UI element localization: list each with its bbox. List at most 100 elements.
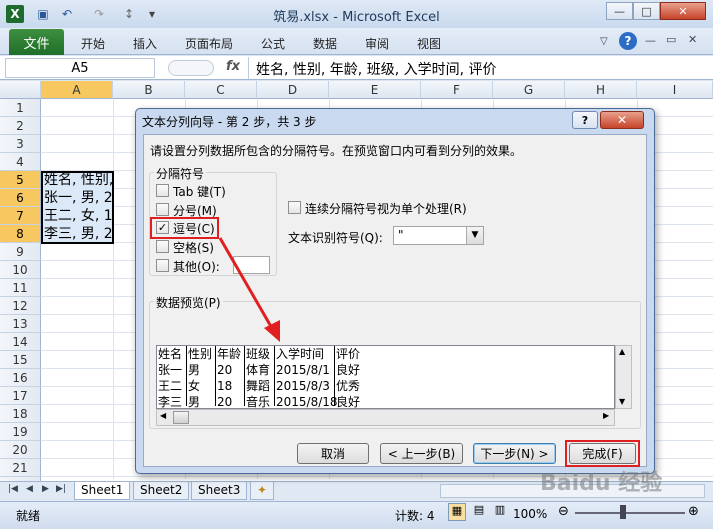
- row-header[interactable]: 1: [0, 99, 41, 117]
- select-all-corner[interactable]: [0, 81, 41, 99]
- tab-file[interactable]: 文件: [9, 29, 64, 55]
- row-header[interactable]: 21: [0, 459, 41, 477]
- ribbon-collapse-icon[interactable]: ▽: [600, 36, 608, 47]
- zoom-out-icon[interactable]: ⊖: [558, 504, 569, 519]
- tab-home[interactable]: 开始: [81, 35, 105, 52]
- column-header[interactable]: G: [493, 81, 565, 99]
- status-ready: 就绪: [16, 509, 41, 523]
- zoom-level[interactable]: 100%: [513, 507, 547, 521]
- next-sheet-icon[interactable]: ▶: [42, 484, 49, 494]
- tab-data[interactable]: 数据: [313, 35, 337, 52]
- dialog-title: 文本分列向导 - 第 2 步，共 3 步: [142, 115, 317, 129]
- minimize-button[interactable]: —: [606, 2, 633, 20]
- row-header[interactable]: 8: [0, 225, 41, 243]
- tab-formulas[interactable]: 公式: [261, 35, 285, 52]
- finish-button[interactable]: 完成(F): [569, 443, 636, 464]
- row-header[interactable]: 9: [0, 243, 41, 261]
- help-icon[interactable]: ?: [619, 32, 637, 50]
- row-header[interactable]: 20: [0, 441, 41, 459]
- row-header[interactable]: 2: [0, 117, 41, 135]
- column-header[interactable]: F: [421, 81, 493, 99]
- data-preview-box[interactable]: 姓名 性别 年龄 班级 入学时间 评价 张一男 20 体育 2015/8/1 良好 王二女 18 舞蹈 20…: [156, 345, 615, 409]
- text-qualifier-value: ": [398, 228, 404, 242]
- scroll-up-icon[interactable]: ▲: [619, 347, 625, 356]
- maximize-button[interactable]: □: [633, 2, 660, 20]
- row-header[interactable]: 10: [0, 261, 41, 279]
- row-header[interactable]: 11: [0, 279, 41, 297]
- first-sheet-icon[interactable]: |◀: [8, 484, 18, 494]
- semicolon-checkbox[interactable]: [156, 203, 169, 216]
- other-checkbox[interactable]: [156, 259, 169, 272]
- row-header[interactable]: 14: [0, 333, 41, 351]
- row-header[interactable]: 5: [0, 171, 41, 189]
- next-button[interactable]: 下一步(N) >: [473, 443, 556, 464]
- sheet-tab-sheet3[interactable]: Sheet3: [191, 482, 248, 500]
- cell-a6[interactable]: 张一, 男, 20,: [42, 190, 113, 207]
- row-header[interactable]: 16: [0, 369, 41, 387]
- tab-checkbox[interactable]: [156, 184, 169, 197]
- preview-cell: 女: [188, 379, 201, 393]
- dialog-close-button[interactable]: ✕: [600, 111, 644, 129]
- sheet-tab-sheet2[interactable]: Sheet2: [133, 482, 190, 500]
- ribbon-restore-icon[interactable]: ▭: [666, 33, 676, 46]
- row-header[interactable]: 7: [0, 207, 41, 225]
- scroll-right-icon[interactable]: ▶: [603, 411, 609, 420]
- scroll-down-icon[interactable]: ▼: [619, 397, 625, 406]
- row-header[interactable]: 18: [0, 405, 41, 423]
- ribbon-minimize-icon[interactable]: —: [645, 34, 656, 47]
- zoom-slider-thumb[interactable]: [620, 505, 626, 519]
- preview-horizontal-scrollbar[interactable]: [156, 409, 615, 426]
- formula-input[interactable]: 姓名, 性别, 年龄, 班级, 入学时间, 评价: [256, 59, 497, 79]
- row-header[interactable]: 15: [0, 351, 41, 369]
- ribbon-close-icon[interactable]: ✕: [688, 33, 697, 46]
- tab-insert[interactable]: 插入: [133, 35, 157, 52]
- column-header[interactable]: I: [637, 81, 713, 99]
- name-box[interactable]: A5: [5, 58, 155, 78]
- preview-cell: 良好: [336, 363, 361, 377]
- preview-scroll-thumb[interactable]: [173, 411, 189, 424]
- preview-column-break: [244, 346, 245, 406]
- column-header[interactable]: H: [565, 81, 637, 99]
- cell-a5[interactable]: 姓名, 性别, 年: [42, 172, 113, 189]
- dialog-help-button[interactable]: ?: [572, 111, 598, 129]
- prev-sheet-icon[interactable]: ◀: [26, 484, 33, 494]
- last-sheet-icon[interactable]: ▶|: [56, 484, 66, 494]
- column-header[interactable]: B: [113, 81, 185, 99]
- row-header[interactable]: 6: [0, 189, 41, 207]
- column-header[interactable]: D: [257, 81, 329, 99]
- normal-view-icon[interactable]: ▦: [448, 503, 466, 521]
- cancel-button[interactable]: 取消: [297, 443, 369, 464]
- back-button[interactable]: < 上一步(B): [380, 443, 463, 464]
- zoom-in-icon[interactable]: ⊕: [688, 504, 699, 519]
- row-header[interactable]: 4: [0, 153, 41, 171]
- formula-bar-controls[interactable]: [168, 60, 214, 76]
- insert-sheet-icon[interactable]: ✦: [250, 482, 275, 500]
- page-layout-view-icon[interactable]: ▤: [470, 503, 488, 521]
- close-window-button[interactable]: ✕: [660, 2, 706, 20]
- tab-page-layout[interactable]: 页面布局: [185, 35, 233, 52]
- row-header[interactable]: 13: [0, 315, 41, 333]
- row-header[interactable]: 12: [0, 297, 41, 315]
- space-checkbox[interactable]: [156, 240, 169, 253]
- tab-review[interactable]: 审阅: [365, 35, 389, 52]
- scroll-left-icon[interactable]: ◀: [160, 411, 166, 420]
- sheet-tab-sheet1[interactable]: Sheet1: [74, 482, 131, 500]
- page-break-view-icon[interactable]: ▥: [491, 503, 509, 521]
- cell-a8[interactable]: 李三, 男, 20,: [42, 226, 113, 243]
- chevron-down-icon[interactable]: ▼: [466, 227, 483, 244]
- consecutive-checkbox[interactable]: [288, 201, 301, 214]
- preview-cell: 性别: [188, 347, 213, 361]
- zoom-slider[interactable]: [575, 512, 685, 514]
- row-header[interactable]: 19: [0, 423, 41, 441]
- column-header[interactable]: E: [329, 81, 421, 99]
- cell-a7[interactable]: 王二, 女, 18,: [42, 208, 113, 225]
- row-header[interactable]: 3: [0, 135, 41, 153]
- row-header[interactable]: 17: [0, 387, 41, 405]
- tab-view[interactable]: 视图: [417, 35, 441, 52]
- insert-function-icon[interactable]: fx: [226, 59, 240, 74]
- preview-cell: 20: [217, 363, 233, 377]
- column-header[interactable]: C: [185, 81, 257, 99]
- comma-checkbox[interactable]: ✓: [156, 221, 169, 234]
- column-header[interactable]: A: [41, 81, 113, 99]
- preview-cell: 男: [188, 363, 201, 377]
